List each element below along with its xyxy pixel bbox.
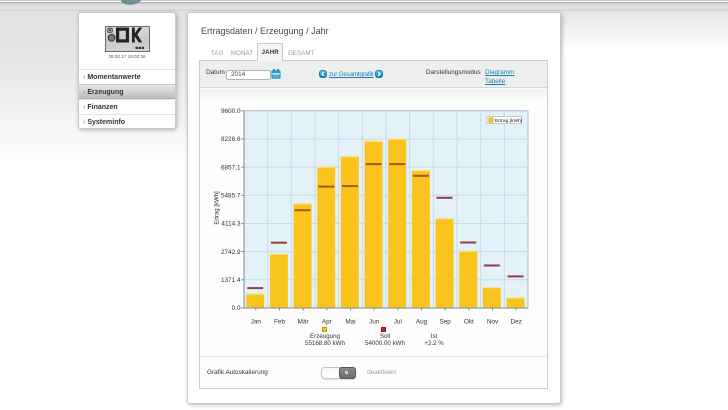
svg-text:Aug: Aug xyxy=(416,318,428,325)
svg-text:Okt: Okt xyxy=(464,318,474,325)
svg-text:Jun: Jun xyxy=(369,318,380,325)
svg-text:Dez: Dez xyxy=(510,318,521,325)
svg-text:1371.4: 1371.4 xyxy=(221,277,241,284)
svg-text:Ertrag [kWh]: Ertrag [kWh] xyxy=(215,190,221,224)
svg-text:5485.7: 5485.7 xyxy=(221,192,241,199)
svg-text:Apr: Apr xyxy=(322,318,333,325)
svg-text:Nov: Nov xyxy=(487,318,499,325)
svg-text:Feb: Feb xyxy=(274,318,285,325)
svg-text:8228.6: 8228.6 xyxy=(221,136,241,143)
svg-text:0.0: 0.0 xyxy=(232,305,241,312)
svg-text:Jul: Jul xyxy=(394,318,402,325)
svg-text:4114.3: 4114.3 xyxy=(221,220,241,227)
svg-text:Sep: Sep xyxy=(439,318,451,325)
svg-text:2742.9: 2742.9 xyxy=(221,248,241,255)
svg-text:6857.1: 6857.1 xyxy=(221,164,241,171)
svg-text:Jan: Jan xyxy=(251,318,262,325)
svg-text:Mai: Mai xyxy=(345,318,355,325)
svg-text:9600.0: 9600.0 xyxy=(221,108,241,115)
svg-text:Ertrag [kWh]: Ertrag [kWh] xyxy=(495,118,523,124)
svg-text:Mär: Mär xyxy=(298,318,310,325)
